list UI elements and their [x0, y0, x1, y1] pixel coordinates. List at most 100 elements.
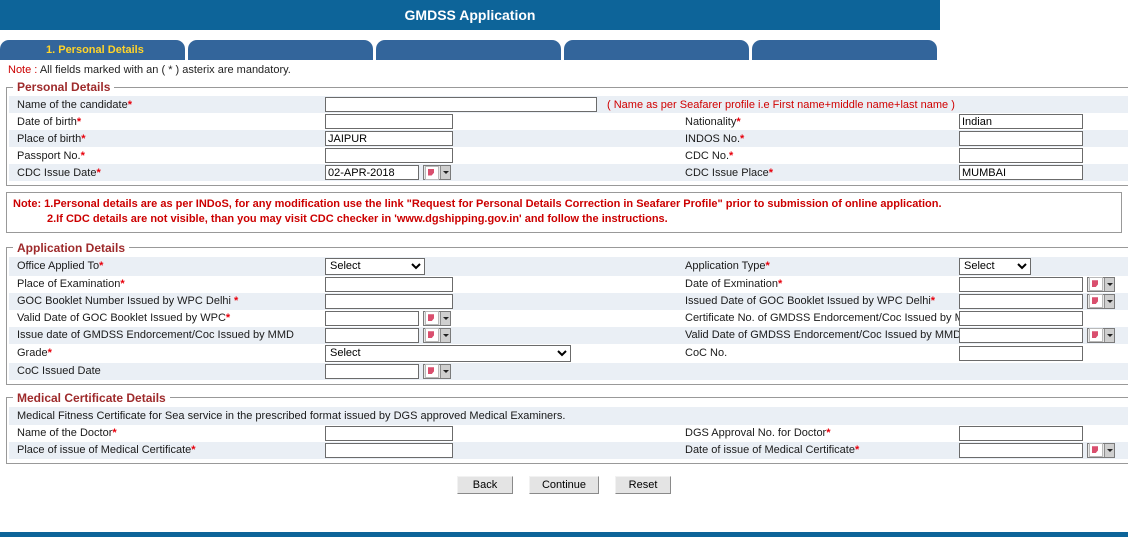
calendar-picker-icon[interactable]	[423, 310, 451, 326]
label-nationality: Nationality*	[685, 115, 741, 128]
tab-personal-details[interactable]: 1. Personal Details	[0, 40, 186, 60]
field-row-issuegmdss-validgmdss: Issue date of GMDSS Endorcement/Coc Issu…	[9, 326, 1128, 344]
input-goc-valid-date[interactable]	[325, 310, 419, 326]
broken-image-icon	[425, 311, 439, 326]
medical-description: Medical Fitness Certificate for Sea serv…	[9, 406, 1128, 425]
page-title: GMDSS Application	[404, 7, 536, 23]
section-medical-certificate-details: Medical Certificate Details Medical Fitn…	[6, 390, 1128, 464]
calendar-picker-icon[interactable]	[1087, 442, 1115, 458]
label-place-of-birth: Place of birth*	[17, 132, 86, 145]
tab-label: 1. Personal Details	[46, 44, 144, 56]
field-row-coc-issued-date: CoC Issued Date	[9, 362, 1128, 380]
label-coc-issued-date: CoC Issued Date	[17, 365, 101, 378]
calendar-picker-icon[interactable]	[1087, 276, 1115, 292]
input-date-of-examination[interactable]	[959, 276, 1083, 292]
mandatory-note: Note : All fields marked with an ( * ) a…	[0, 60, 1128, 80]
label-goc-issued-date: Issued Date of GOC Booklet Issued by WPC…	[685, 295, 936, 308]
label-application-type: Application Type*	[685, 260, 770, 273]
chevron-down-icon[interactable]	[440, 166, 450, 179]
input-place-of-examination[interactable]	[325, 276, 453, 292]
input-valid-date-gmdss[interactable]	[959, 327, 1083, 343]
input-passport-no[interactable]	[325, 148, 453, 163]
input-date-of-birth[interactable]	[325, 114, 453, 129]
note-text: All fields marked with an ( * ) asterix …	[39, 64, 291, 76]
broken-image-icon	[1089, 443, 1103, 458]
input-place-of-issue-medical[interactable]	[325, 442, 453, 458]
broken-image-icon	[425, 364, 439, 379]
label-certificate-no-gmdss: Certificate No. of GMDSS Endorcement/Coc…	[685, 312, 981, 325]
label-goc-booklet-number: GOC Booklet Number Issued by WPC Delhi *	[17, 295, 239, 308]
label-dgs-approval-no: DGS Approval No. for Doctor*	[685, 427, 831, 440]
label-name-of-candidate: Name of the candidate*	[17, 98, 132, 111]
field-row-doctor-dgs: Name of the Doctor* DGS Approval No. for…	[9, 424, 1128, 442]
calendar-picker-icon[interactable]	[1087, 293, 1115, 309]
chevron-down-icon[interactable]	[440, 328, 450, 342]
calendar-picker-icon[interactable]	[1087, 327, 1115, 343]
field-row-pob-indos: Place of birth* INDOS No.*	[9, 130, 1128, 147]
label-goc-valid-date: Valid Date of GOC Booklet Issued by WPC*	[17, 312, 231, 325]
select-grade[interactable]: Select	[325, 344, 571, 362]
input-nationality[interactable]	[959, 114, 1083, 129]
reset-button[interactable]: Reset	[615, 475, 672, 494]
input-goc-issued-date[interactable]	[959, 293, 1083, 309]
broken-image-icon	[425, 165, 439, 180]
input-cdc-issue-place[interactable]	[959, 165, 1083, 180]
label-place-of-examination: Place of Examination*	[17, 278, 125, 291]
input-coc-issued-date[interactable]	[325, 363, 419, 379]
input-issue-date-gmdss[interactable]	[325, 327, 419, 343]
input-coc-no[interactable]	[959, 345, 1083, 361]
input-indos-no[interactable]	[959, 131, 1083, 146]
field-row-grade-cocno: Grade* Select CoC No.	[9, 343, 1128, 363]
select-application-type[interactable]: Select	[959, 257, 1031, 275]
section-personal-details: Personal Details Name of the candidate* …	[6, 80, 1128, 186]
tab-2[interactable]	[188, 40, 374, 60]
form-action-buttons: Back Continue Reset	[0, 475, 1128, 494]
tab-3[interactable]	[376, 40, 562, 60]
label-cdc-no: CDC No.*	[685, 149, 734, 162]
label-date-of-examination: Date of Exmination*	[685, 278, 783, 291]
section-legend: Personal Details	[17, 80, 111, 94]
input-date-of-issue-medical[interactable]	[959, 442, 1083, 458]
select-office-applied-to[interactable]: Select	[325, 257, 425, 275]
label-office-applied-to: Office Applied To*	[17, 260, 104, 273]
field-row-name: Name of the candidate* ( Name as per Sea…	[9, 96, 1128, 113]
footer-bar	[0, 532, 1128, 537]
field-row-gocvalid-certno: Valid Date of GOC Booklet Issued by WPC*…	[9, 309, 1128, 327]
field-row-placeexam-dateexam: Place of Examination* Date of Exmination…	[9, 275, 1128, 293]
chevron-down-icon[interactable]	[440, 311, 450, 325]
warning-line-1: Note: 1.Personal details are as per INDo…	[13, 198, 942, 210]
input-cdc-no[interactable]	[959, 148, 1083, 163]
continue-button[interactable]: Continue	[528, 475, 600, 494]
input-name-of-candidate[interactable]	[325, 97, 597, 112]
calendar-picker-icon[interactable]	[423, 165, 451, 180]
input-cdc-issue-date[interactable]	[325, 165, 419, 180]
input-goc-booklet-number[interactable]	[325, 293, 453, 309]
tab-4[interactable]	[564, 40, 750, 60]
name-hint: ( Name as per Seafarer profile i.e First…	[607, 98, 955, 111]
chevron-down-icon[interactable]	[1104, 277, 1114, 291]
input-dgs-approval-no[interactable]	[959, 425, 1083, 441]
back-button[interactable]: Back	[456, 475, 513, 494]
calendar-picker-icon[interactable]	[423, 363, 451, 379]
tab-5[interactable]	[752, 40, 938, 60]
calendar-picker-icon[interactable]	[423, 327, 451, 343]
field-row-passport-cdcno: Passport No.* CDC No.*	[9, 147, 1128, 164]
app-header: GMDSS Application	[0, 0, 940, 30]
input-certificate-no-gmdss[interactable]	[959, 310, 1083, 326]
field-row-dob-nationality: Date of birth* Nationality*	[9, 113, 1128, 130]
chevron-down-icon[interactable]	[1104, 294, 1114, 308]
chevron-down-icon[interactable]	[1104, 443, 1114, 457]
label-passport-no: Passport No.*	[17, 149, 85, 162]
warning-line-2: 2.If CDC details are not visible, than y…	[47, 212, 668, 225]
chevron-down-icon[interactable]	[440, 364, 450, 378]
broken-image-icon	[1089, 328, 1103, 343]
field-row-placeissue-dateissue: Place of issue of Medical Certificate* D…	[9, 441, 1128, 459]
chevron-down-icon[interactable]	[1104, 328, 1114, 342]
label-valid-date-gmdss: Valid Date of GMDSS Endorcement/Coc Issu…	[685, 329, 962, 342]
label-grade: Grade*	[17, 347, 52, 360]
section-application-details: Application Details Office Applied To* S…	[6, 240, 1128, 385]
label-cdc-issue-date: CDC Issue Date*	[17, 166, 101, 179]
input-place-of-birth[interactable]	[325, 131, 453, 146]
input-name-of-doctor[interactable]	[325, 425, 453, 441]
section-legend: Medical Certificate Details	[17, 390, 166, 405]
